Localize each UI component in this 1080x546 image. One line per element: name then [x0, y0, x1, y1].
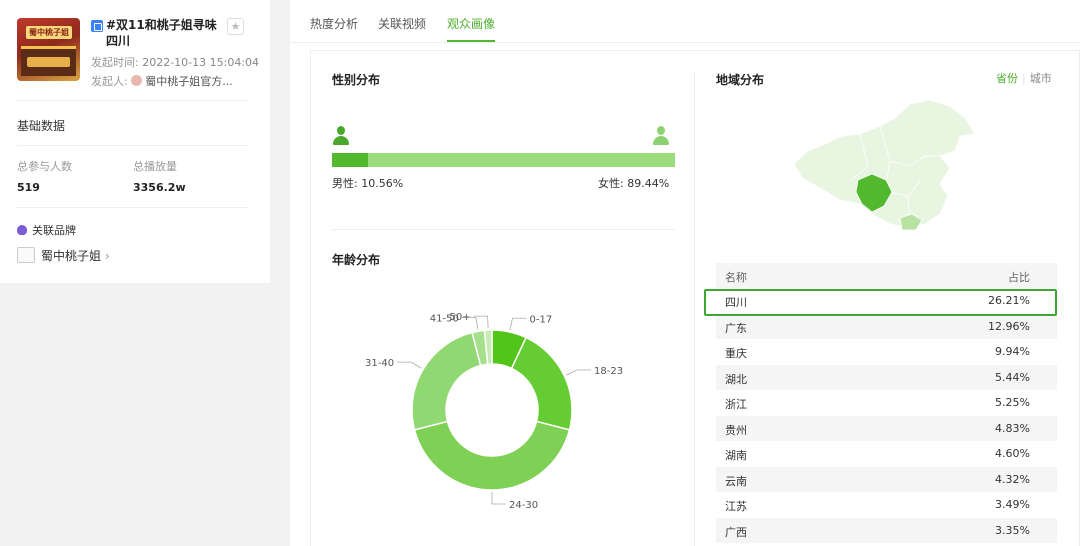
topic-title[interactable]: #双11和桃子姐寻味四川 — [106, 17, 224, 49]
chevron-right-icon: › — [105, 249, 110, 263]
region-pct: 5.25% — [995, 396, 1030, 409]
plays-label: 总播放量 — [133, 160, 177, 173]
related-brand-heading: 关联品牌 — [17, 222, 76, 238]
brand-ghost-icon — [17, 225, 27, 235]
participants-value: 519 — [17, 181, 40, 194]
divider — [17, 100, 248, 101]
divider — [17, 145, 248, 146]
topic-owner: 发起人: 蜀中桃子姐官方... — [91, 73, 233, 89]
top-region-highlight — [704, 289, 1057, 316]
age-heading: 年龄分布 — [332, 253, 381, 267]
gender-ratio-bar — [332, 153, 675, 167]
toggle-city[interactable]: 城市 — [1030, 72, 1052, 85]
region-name: 重庆 — [725, 347, 747, 360]
region-pct: 3.35% — [995, 523, 1030, 537]
male-icon — [332, 126, 350, 145]
label-leader-line — [566, 369, 592, 376]
region-name: 湖北 — [725, 372, 747, 386]
donut-label-0-17: 0-17 — [530, 314, 553, 325]
donut-slice-31-40[interactable] — [411, 331, 482, 431]
region-name: 广西 — [725, 525, 747, 539]
table-row[interactable]: 浙江 5.25% — [716, 390, 1057, 416]
time-value: 2022-10-13 15:04:04 — [142, 56, 260, 69]
topic-hashtag-icon — [91, 20, 103, 32]
participants-label: 总参与人数 — [17, 160, 72, 173]
region-pct: 9.94% — [995, 345, 1030, 358]
table-row[interactable]: 云南 4.32% — [716, 466, 1057, 492]
table-row[interactable]: 江苏 3.49% — [716, 492, 1057, 518]
region-pct: 3.49% — [995, 498, 1030, 511]
basic-data-heading: 基础数据 — [17, 119, 66, 133]
region-pct: 12.96% — [988, 319, 1030, 333]
tab-related-videos[interactable]: 关联视频 — [378, 15, 426, 32]
table-row[interactable]: 贵州 4.83% — [716, 415, 1057, 441]
china-map-shape — [793, 99, 976, 229]
toggle-separator: | — [1022, 72, 1026, 85]
topic-cover-image[interactable]: 蜀中桃子姐 — [17, 18, 80, 81]
region-heading: 地域分布 — [716, 73, 765, 87]
owner-label: 发起人: — [91, 75, 128, 88]
donut-label-31-40: 31-40 — [365, 358, 394, 369]
toggle-province[interactable]: 省份 — [996, 72, 1018, 85]
label-leader-line — [397, 361, 422, 369]
tab-divider — [290, 42, 1080, 43]
region-name: 云南 — [725, 474, 747, 488]
region-pct: 5.44% — [995, 370, 1030, 384]
table-row[interactable]: 广东 12.96% — [716, 313, 1057, 339]
donut-label-24-30: 24-30 — [509, 500, 538, 511]
region-name: 湖南 — [725, 449, 747, 462]
region-pct: 4.32% — [995, 472, 1030, 486]
owner-avatar-icon — [131, 75, 143, 86]
donut-label-18-23: 18-23 — [594, 366, 623, 377]
table-row[interactable]: 广西 3.35% — [716, 517, 1057, 543]
plays-value: 3356.2w — [133, 181, 186, 194]
label-leader-line — [491, 492, 506, 505]
vertical-divider — [694, 72, 695, 546]
owner-name-link[interactable]: 蜀中桃子姐官方... — [145, 75, 233, 88]
china-map[interactable] — [790, 96, 990, 246]
analysis-panel: 热度分析 关联视频 观众画像 性别分布 男性: 10.56% 女性: 89.44… — [290, 0, 1080, 546]
topic-start-time: 发起时间: 2022-10-13 15:04:04 — [91, 54, 259, 70]
col-pct-header: 占比 — [1008, 271, 1030, 284]
table-header: 名称 占比 — [716, 263, 1057, 288]
donut-slice-24-30[interactable] — [413, 420, 571, 491]
region-pct: 4.60% — [995, 447, 1030, 460]
gender-heading: 性别分布 — [332, 73, 381, 87]
male-percent: 男性: 10.56% — [332, 177, 404, 190]
donut-label-50+: 50+ — [449, 312, 470, 323]
female-icon — [652, 126, 670, 145]
table-row[interactable]: 湖北 5.44% — [716, 364, 1057, 390]
region-name: 江苏 — [725, 500, 747, 513]
tab-audience-profile[interactable]: 观众画像 — [447, 15, 495, 32]
time-label: 发起时间: — [91, 56, 139, 69]
favorite-star-button[interactable]: ★ — [227, 18, 244, 35]
region-toggle: 省份 | 城市 — [996, 70, 1052, 86]
region-name: 贵州 — [725, 423, 747, 437]
brand-link[interactable]: 蜀中桃子姐 › — [17, 247, 110, 264]
brand-logo-icon — [17, 247, 35, 263]
table-row[interactable]: 重庆 9.94% — [716, 339, 1057, 365]
gender-bar-male-fill — [332, 153, 369, 167]
col-name-header: 名称 — [725, 271, 747, 284]
topic-card: 蜀中桃子姐 #双11和桃子姐寻味四川 ★ 发起时间: 2022-10-13 15… — [0, 0, 270, 283]
region-name: 浙江 — [725, 398, 747, 411]
region-name: 广东 — [725, 321, 747, 335]
donut-slice-18-23[interactable] — [510, 336, 573, 431]
brand-name: 蜀中桃子姐 — [41, 249, 102, 263]
divider — [332, 229, 675, 230]
cover-stall-graphic — [21, 46, 76, 76]
female-percent: 女性: 89.44% — [598, 177, 670, 190]
table-row[interactable]: 湖南 4.60% — [716, 441, 1057, 467]
cover-sign: 蜀中桃子姐 — [26, 26, 72, 39]
tab-heat-analysis[interactable]: 热度分析 — [310, 15, 358, 32]
divider — [17, 207, 248, 208]
label-leader-line — [509, 317, 527, 331]
region-pct: 4.83% — [995, 421, 1030, 435]
age-donut-chart: 0-1718-2324-3031-4041-5050+ — [365, 312, 623, 511]
related-brand-label: 关联品牌 — [32, 224, 76, 237]
